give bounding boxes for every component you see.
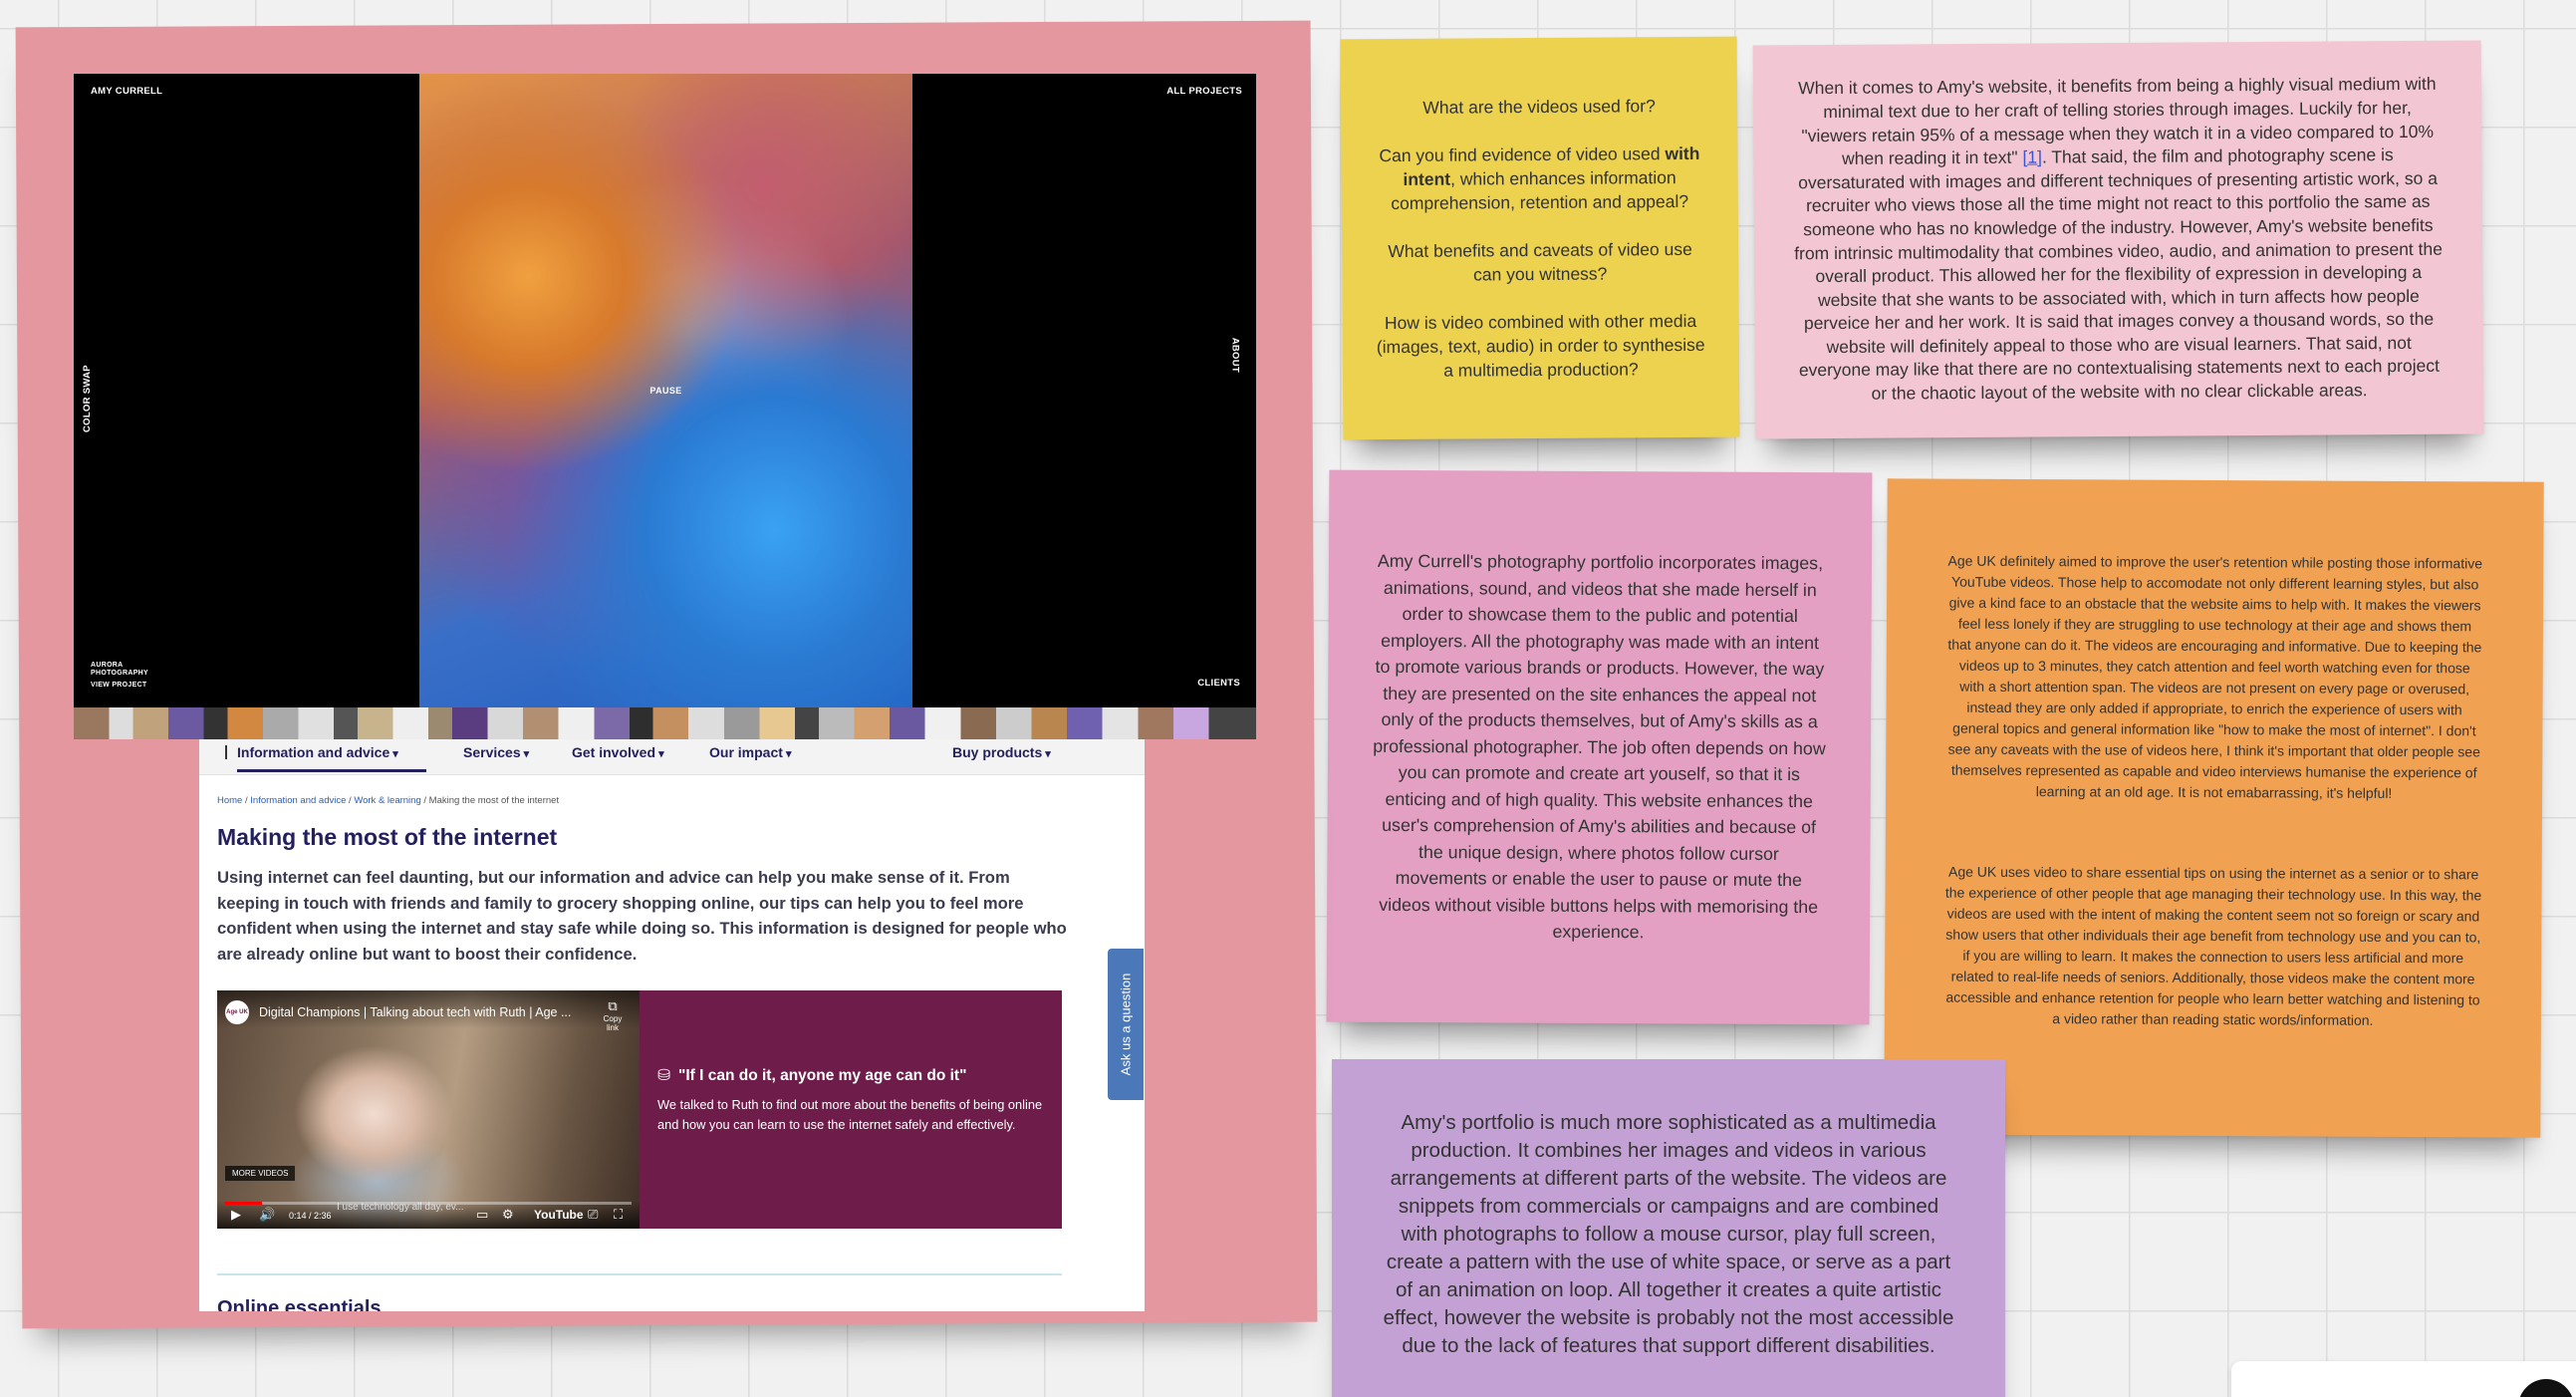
- note-paragraph-2: Age UK uses video to share essential tip…: [1944, 863, 2482, 1028]
- ask-us-question-tab: Ask us a question: [1108, 949, 1144, 1100]
- subtitles-icon: ▭: [476, 1207, 489, 1222]
- quote-panel: ⛁ "If I can do it, anyone my age can do i…: [640, 990, 1062, 1229]
- view-project-link: VIEW PROJECT: [91, 682, 147, 689]
- quote-heading: ⛁ "If I can do it, anyone my age can do i…: [657, 1066, 967, 1085]
- video-progress-fill: [225, 1202, 262, 1205]
- nav-services: Services: [463, 744, 529, 760]
- portfolio-brand: AMY CURRELL: [91, 86, 163, 97]
- amy-currell-portfolio-screenshot: AMY CURRELL ALL PROJECTS COLOR SWAP ABOU…: [74, 74, 1256, 739]
- about-link: ABOUT: [1229, 337, 1240, 373]
- channel-logo: Age UK: [225, 1000, 249, 1024]
- nav-active-indicator: [237, 769, 426, 772]
- sticky-note-amy-visual[interactable]: When it comes to Amy's website, it benef…: [1752, 40, 2484, 439]
- sticky-note-ageuk[interactable]: Age UK definitely aimed to improve the u…: [1884, 478, 2544, 1138]
- color-swap-link: COLOR SWAP: [82, 365, 93, 432]
- fullscreen-icon: ⛶: [614, 1207, 624, 1222]
- copy-icon: ⧉: [608, 998, 618, 1013]
- question-4: How is video combined with other media (…: [1376, 310, 1705, 381]
- sticky-note-amy-portfolio[interactable]: Amy Currell's photography portfolio inco…: [1326, 469, 1873, 1025]
- page-title: Making the most of the internet: [217, 824, 558, 850]
- nav-buy-products: Buy products: [952, 744, 1051, 760]
- nav-get-involved: Get involved: [572, 744, 664, 760]
- settings-icon: ⚙: [502, 1207, 514, 1222]
- intro-text: Using internet can feel daunting, but ou…: [217, 868, 1067, 964]
- quote-body: We talked to Ruth to find out more about…: [657, 1097, 1043, 1132]
- cast-icon: ⎚: [588, 1207, 599, 1222]
- nav-separator: [225, 745, 227, 759]
- note-text: Amy Currell's photography portfolio inco…: [1373, 551, 1826, 943]
- note-text: When it comes to Amy's website, it benef…: [1794, 74, 2444, 404]
- camera-icon: ⛁: [657, 1067, 670, 1084]
- question-3: What benefits and caveats of video use c…: [1388, 238, 1692, 285]
- question-1: What are the videos used for?: [1422, 96, 1656, 118]
- flower-image: PAUSE: [419, 74, 912, 707]
- copy-link: ⧉ Copy link: [598, 998, 628, 1032]
- more-videos: MORE VIDEOS: [225, 1166, 296, 1181]
- sticky-note-questions[interactable]: What are the videos used for? Can you fi…: [1340, 36, 1740, 440]
- question-2: Can you find evidence of video used with…: [1379, 142, 1700, 214]
- project-name: AURORA PHOTOGRAPHY: [91, 662, 149, 677]
- video-time: 0:14 / 2:36: [289, 1211, 332, 1221]
- sticky-note-multimedia[interactable]: Amy's portfolio is much more sophisticat…: [1332, 1059, 2005, 1397]
- nav-our-impact: Our impact: [709, 744, 791, 760]
- citation-link[interactable]: [1]: [2022, 147, 2042, 167]
- video-progress: [225, 1202, 632, 1205]
- thumbnail-strip: [74, 707, 1256, 739]
- note-paragraph-1: Age UK definitely aimed to improve the u…: [1947, 552, 2483, 801]
- clients-link: CLIENTS: [1197, 678, 1240, 689]
- site-nav: Information and advice Services Get invo…: [199, 739, 1145, 775]
- next-section-heading: Online essentials: [217, 1297, 382, 1311]
- age-uk-screenshot: Information and advice Services Get invo…: [199, 739, 1145, 1311]
- video-title: Digital Champions | Talking about tech w…: [259, 1005, 572, 1019]
- nav-information-advice: Information and advice: [237, 744, 398, 760]
- youtube-logo: YouTube: [534, 1208, 584, 1222]
- video-player: Age UK Digital Champions | Talking about…: [217, 990, 640, 1229]
- note-text: Amy's portfolio is much more sophisticat…: [1383, 1111, 1954, 1357]
- pause-label: PAUSE: [649, 386, 682, 396]
- breadcrumb: Home / Information and advice / Work & l…: [217, 795, 560, 806]
- volume-icon: 🔊: [259, 1207, 276, 1222]
- section-divider: [217, 1273, 1062, 1275]
- play-icon: ▶: [231, 1207, 241, 1222]
- all-projects-link: ALL PROJECTS: [1166, 86, 1242, 97]
